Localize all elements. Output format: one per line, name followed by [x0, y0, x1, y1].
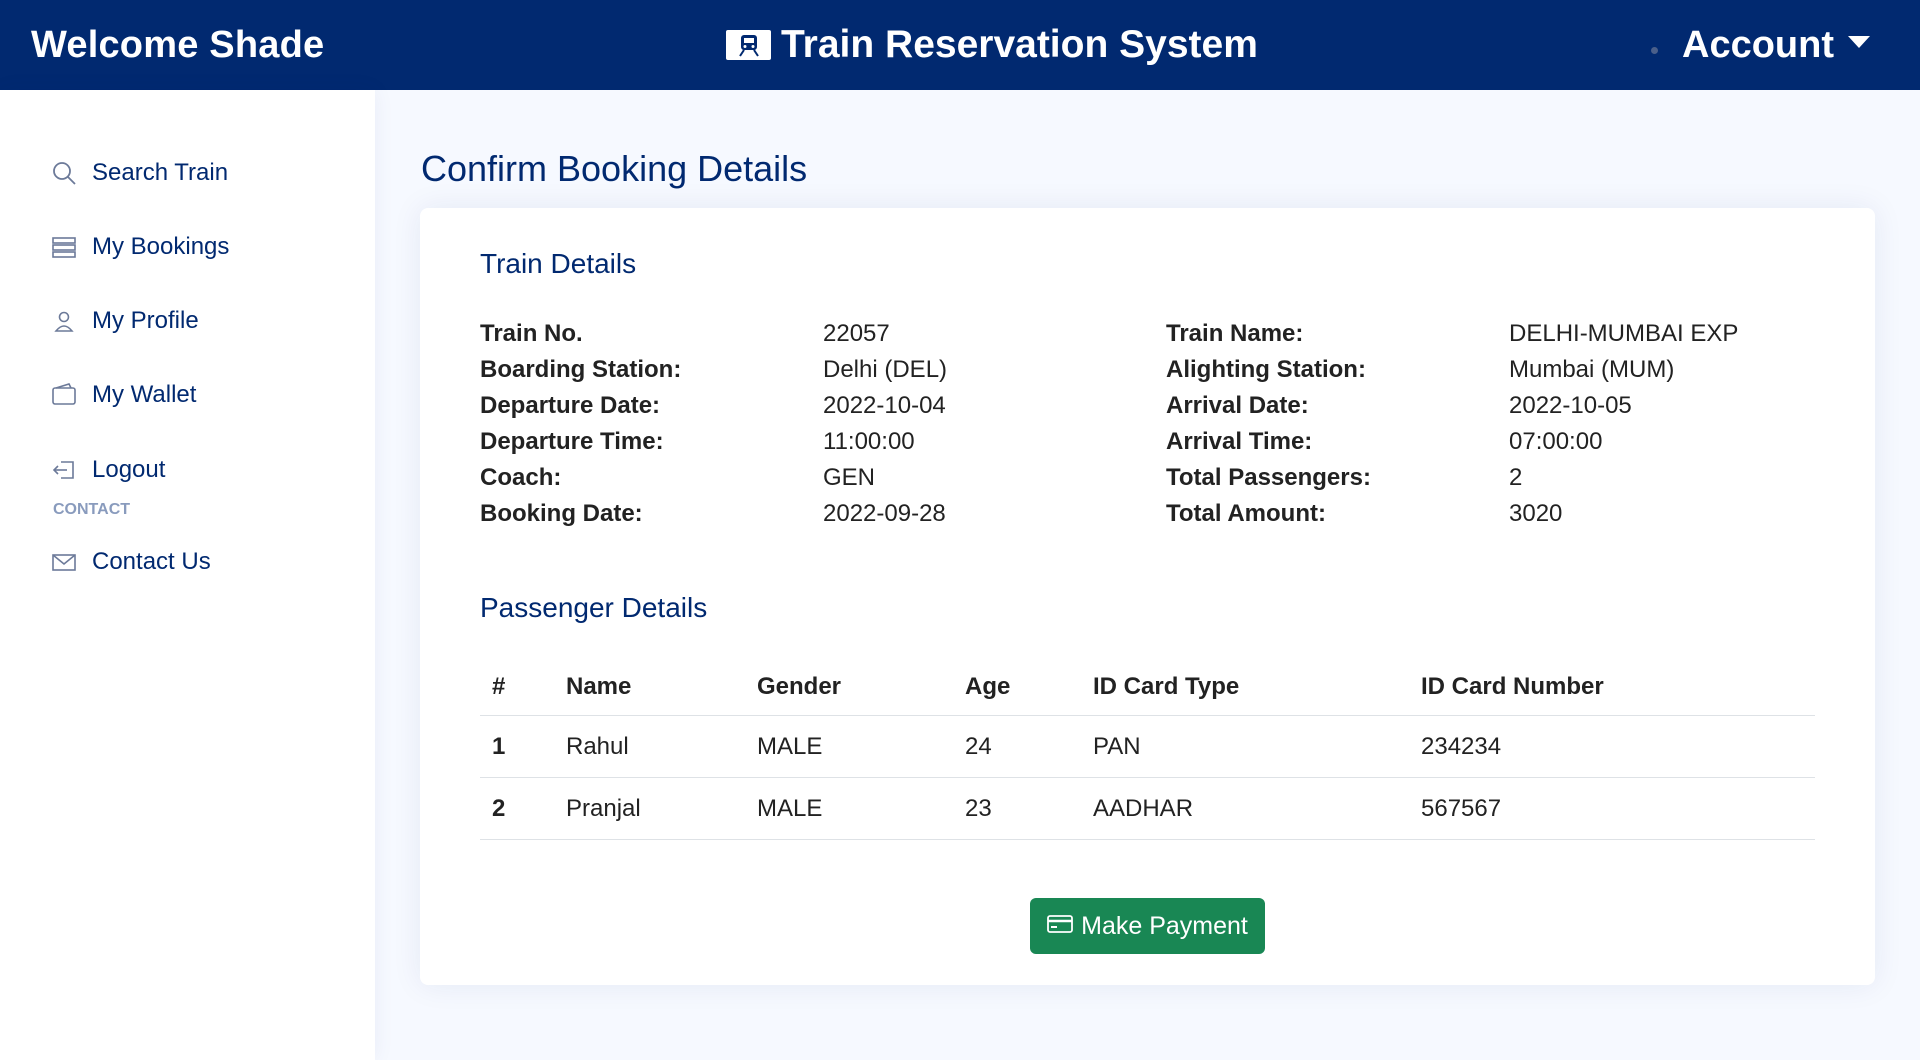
detail-value: 2 [1509, 464, 1523, 491]
sidebar-item-label: Contact Us [92, 548, 211, 575]
sidebar-item-label: My Bookings [92, 233, 230, 260]
welcome-text: Welcome Shade [31, 23, 325, 66]
sidebar-item-logout[interactable]: Logout [50, 450, 165, 490]
sidebar-section-heading: CONTACT [53, 501, 131, 518]
detail-value: GEN [823, 464, 876, 491]
sidebar: Search Train My Bookings My Profile My W… [0, 90, 375, 1060]
detail-value: 2022-10-05 [1509, 392, 1632, 419]
passenger-table: # Name Gender Age ID Card Type ID Card N… [480, 658, 1815, 840]
status-dot [1651, 46, 1658, 54]
table-cell: 234234 [1421, 732, 1502, 760]
table-cell: 23 [965, 794, 992, 822]
make-payment-label: Make Payment [1081, 911, 1248, 940]
detail-value: Delhi (DEL) [823, 356, 948, 383]
sidebar-item-label: My Wallet [92, 381, 197, 408]
detail-value: 3020 [1509, 500, 1563, 527]
table-cell: MALE [757, 732, 823, 760]
detail-label: Alighting Station: [1166, 356, 1366, 383]
table-row: 1 Rahul MALE 24 PAN 234234 [480, 716, 1815, 778]
column-header: Gender [757, 672, 842, 700]
sidebar-item-my-bookings[interactable]: My Bookings [50, 227, 229, 267]
person-icon [50, 307, 78, 335]
search-icon [50, 159, 78, 187]
top-navbar: Welcome Shade Train Reservation System A… [0, 0, 1920, 90]
table-row: 2 Pranjal MALE 23 AADHAR 567567 [480, 778, 1815, 840]
account-dropdown[interactable]: Account [1651, 0, 1870, 90]
column-header: ID Card Number [1421, 672, 1604, 700]
wallet-icon [50, 381, 78, 409]
table-cell: 24 [965, 732, 992, 760]
table-cell: 1 [492, 732, 506, 760]
sidebar-item-contact-us[interactable]: Contact Us [50, 542, 211, 582]
detail-label: Train Name: [1166, 320, 1304, 347]
table-cell: 567567 [1421, 794, 1502, 822]
make-payment-button[interactable]: Make Payment [1030, 898, 1265, 954]
credit-card-icon [1047, 912, 1074, 941]
envelope-icon [50, 548, 78, 576]
sidebar-item-search-train[interactable]: Search Train [50, 153, 228, 193]
train-details-title: Train Details [480, 248, 637, 279]
detail-value: 2022-09-28 [823, 500, 946, 527]
column-header: # [492, 672, 506, 700]
detail-value: Mumbai (MUM) [1509, 356, 1675, 383]
sidebar-item-label: My Profile [92, 307, 199, 334]
detail-value: DELHI-MUMBAI EXP [1509, 320, 1739, 347]
table-cell: Rahul [566, 732, 629, 760]
account-label: Account [1682, 23, 1834, 66]
detail-value: 22057 [823, 320, 890, 347]
detail-label: Total Amount: [1166, 500, 1326, 527]
sidebar-item-my-wallet[interactable]: My Wallet [50, 375, 196, 415]
brand-logo[interactable]: Train Reservation System [726, 0, 1258, 90]
detail-label: Booking Date: [480, 500, 643, 527]
detail-label: Coach: [480, 464, 562, 491]
column-header: ID Card Type [1093, 672, 1240, 700]
detail-label: Total Passengers: [1166, 464, 1371, 491]
table-cell: MALE [757, 794, 823, 822]
detail-label: Arrival Time: [1166, 428, 1313, 455]
detail-label: Arrival Date: [1166, 392, 1309, 419]
logout-icon [50, 456, 78, 484]
passenger-details-title: Passenger Details [480, 592, 708, 623]
table-cell: Pranjal [566, 794, 641, 822]
detail-value: 11:00:00 [823, 428, 915, 455]
table-header-row: # Name Gender Age ID Card Type ID Card N… [480, 658, 1815, 716]
detail-value: 07:00:00 [1509, 428, 1603, 455]
booking-details-card: Train Details Train No. 22057 Train Name… [420, 208, 1875, 985]
table-cell: 2 [492, 794, 506, 822]
sidebar-item-label: Logout [92, 456, 166, 483]
detail-label: Train No. [480, 320, 583, 347]
detail-label: Departure Time: [480, 428, 664, 455]
column-header: Name [566, 672, 632, 700]
column-header: Age [965, 672, 1011, 700]
app-title: Train Reservation System [781, 23, 1258, 66]
page-title: Confirm Booking Details [421, 148, 808, 189]
detail-label: Boarding Station: [480, 356, 682, 383]
chevron-down-icon [1848, 36, 1870, 48]
bookings-icon [50, 233, 78, 261]
detail-label: Departure Date: [480, 392, 661, 419]
sidebar-item-label: Search Train [92, 159, 229, 186]
train-icon [726, 30, 771, 60]
table-cell: PAN [1093, 732, 1141, 760]
table-cell: AADHAR [1093, 794, 1194, 822]
sidebar-item-my-profile[interactable]: My Profile [50, 301, 199, 341]
detail-value: 2022-10-04 [823, 392, 946, 419]
